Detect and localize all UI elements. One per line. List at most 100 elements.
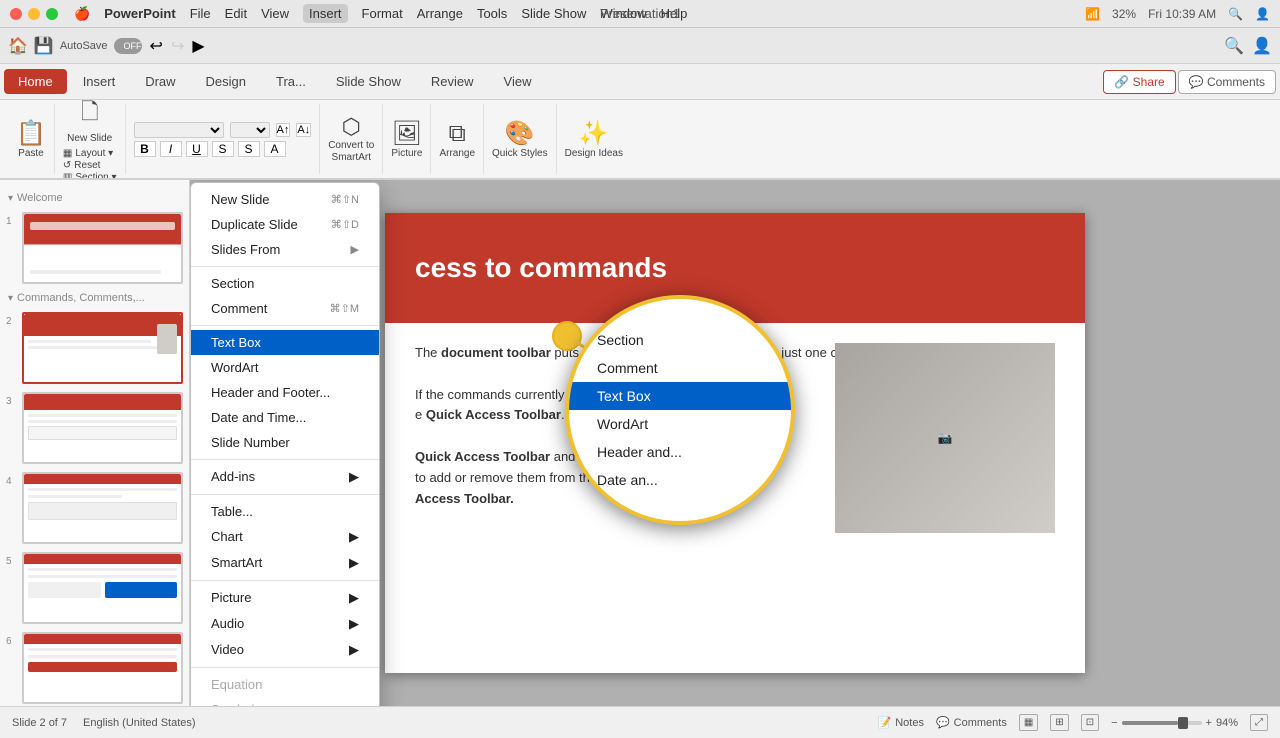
file-menu[interactable]: File: [190, 6, 211, 21]
autosave-toggle[interactable]: OFF: [114, 38, 142, 54]
menu-item-comment[interactable]: Comment⌘⇧M: [191, 296, 379, 321]
search-toolbar-icon[interactable]: 🔍: [1224, 36, 1244, 56]
menu-item-smartart[interactable]: SmartArt▶: [191, 550, 379, 576]
tab-slideshow[interactable]: Slide Show: [322, 69, 415, 94]
design-ideas-button[interactable]: ✨ Design Ideas: [565, 119, 623, 159]
menu-item-slide-number[interactable]: Slide Number: [191, 430, 379, 455]
tab-draw[interactable]: Draw: [131, 69, 189, 94]
comments-status-icon: 💬: [936, 716, 950, 729]
slideshow-menu[interactable]: Slide Show: [521, 6, 586, 21]
notes-button[interactable]: 📝 Notes: [878, 716, 924, 729]
zoom-level-label: 94%: [1216, 717, 1238, 729]
view-menu[interactable]: View: [261, 6, 289, 21]
slide-item-2[interactable]: 2: [0, 308, 189, 388]
quick-styles-button[interactable]: 🎨 Quick Styles: [492, 119, 548, 159]
arrange-menu[interactable]: Arrange: [417, 6, 463, 21]
slide-item-3[interactable]: 3: [0, 388, 189, 468]
tab-view[interactable]: View: [490, 69, 546, 94]
view-fit-button[interactable]: ⊡: [1081, 714, 1099, 731]
present-icon[interactable]: ▶: [192, 36, 204, 56]
menu-item-header-footer[interactable]: Header and Footer...: [191, 380, 379, 405]
menu-bar: 🍎 PowerPoint File Edit View Insert Forma…: [74, 4, 687, 23]
apple-menu[interactable]: 🍎: [74, 6, 90, 22]
section-welcome: ▾ Welcome: [0, 188, 189, 208]
menu-item-new-slide[interactable]: New Slide⌘⇧N: [191, 187, 379, 212]
undo-icon[interactable]: ↩: [150, 36, 163, 56]
menu-item-add-ins[interactable]: Add-ins▶: [191, 464, 379, 490]
zoom-item-date: Date an...: [569, 466, 791, 494]
user-icon[interactable]: 👤: [1255, 7, 1270, 21]
reset-button[interactable]: ↺Reset: [63, 160, 117, 171]
notes-icon: 📝: [878, 716, 892, 729]
picture-button[interactable]: 🖼 Picture: [391, 119, 422, 159]
tab-review[interactable]: Review: [417, 69, 488, 94]
format-menu[interactable]: Format: [362, 6, 403, 21]
strikethrough-button[interactable]: S: [212, 141, 234, 157]
view-grid-button[interactable]: ⊞: [1050, 714, 1068, 731]
share-button[interactable]: 🔗 Share: [1103, 70, 1175, 94]
font-color-button[interactable]: A: [264, 141, 286, 157]
font-size-decrease[interactable]: A↓: [296, 123, 311, 137]
fit-slide-button[interactable]: ⤢: [1250, 714, 1268, 731]
comments-status-button[interactable]: 💬 Comments: [936, 716, 1007, 729]
slide-item-6[interactable]: 6: [0, 628, 189, 706]
slides-panel: ▾ Welcome 1 ▾ Commands, Comments,... 2: [0, 180, 190, 706]
bold-button[interactable]: B: [134, 141, 156, 157]
comments-button[interactable]: 💬 Comments: [1178, 70, 1276, 94]
shadow-button[interactable]: S: [238, 141, 260, 157]
view-normal-button[interactable]: ▦: [1019, 714, 1038, 731]
menu-item-picture[interactable]: Picture▶: [191, 585, 379, 611]
menu-item-table[interactable]: Table...: [191, 499, 379, 524]
menu-item-wordart[interactable]: WordArt: [191, 355, 379, 380]
menu-item-text-box[interactable]: Text Box: [191, 330, 379, 355]
menu-item-duplicate-slide[interactable]: Duplicate Slide⌘⇧D: [191, 212, 379, 237]
zoom-slider[interactable]: [1122, 721, 1202, 725]
new-slide-button[interactable]: 🗋 New Slide: [67, 100, 112, 144]
slide-item-4[interactable]: 4: [0, 468, 189, 548]
save-icon[interactable]: 💾: [34, 36, 54, 56]
fullscreen-button[interactable]: [46, 8, 58, 20]
zoom-out-button[interactable]: −: [1111, 717, 1117, 729]
minimize-button[interactable]: [28, 8, 40, 20]
insert-menu[interactable]: Insert: [303, 4, 348, 23]
home-icon[interactable]: 🏠: [8, 36, 28, 56]
font-size-select[interactable]: [230, 122, 270, 138]
menu-item-chart[interactable]: Chart▶: [191, 524, 379, 550]
autosave-area: 🏠 💾 AutoSave OFF: [8, 36, 142, 56]
tools-menu[interactable]: Tools: [477, 6, 507, 21]
edit-menu[interactable]: Edit: [225, 6, 247, 21]
convert-smartart-button[interactable]: ⬡ Convert toSmartArt: [328, 114, 374, 164]
presentation-title: Presentation1: [600, 6, 680, 21]
menu-item-symbol: Symbol...: [191, 697, 379, 706]
tab-bar: Home Insert Draw Design Tra... Slide Sho…: [0, 64, 1280, 100]
menu-item-section[interactable]: Section: [191, 271, 379, 296]
search-icon[interactable]: 🔍: [1228, 7, 1243, 21]
font-size-increase[interactable]: A↑: [276, 123, 291, 137]
quick-access-toolbar: 🏠 💾 AutoSave OFF ↩ ↪ ▶ 🔍 👤: [0, 28, 1280, 64]
insert-dropdown-menu[interactable]: New Slide⌘⇧N Duplicate Slide⌘⇧D Slides F…: [190, 182, 380, 706]
powerpoint-menu[interactable]: PowerPoint: [104, 6, 176, 21]
arrange-button[interactable]: ⧉ Arrange: [439, 120, 475, 159]
close-button[interactable]: [10, 8, 22, 20]
tab-design[interactable]: Design: [192, 69, 260, 94]
paste-button[interactable]: 📋 Paste: [16, 119, 46, 159]
menu-item-audio[interactable]: Audio▶: [191, 611, 379, 637]
underline-button[interactable]: U: [186, 141, 208, 157]
tab-insert[interactable]: Insert: [69, 69, 130, 94]
status-bar-right: 📝 Notes 💬 Comments ▦ ⊞ ⊡ − + 94% ⤢: [878, 714, 1268, 731]
slide-item-1[interactable]: 1: [0, 208, 189, 288]
layout-button[interactable]: ▦Layout ▾: [63, 148, 117, 159]
menu-item-video[interactable]: Video▶: [191, 637, 379, 663]
section-button[interactable]: ▥Section ▾: [63, 172, 117, 180]
user-account-icon[interactable]: 👤: [1252, 36, 1272, 56]
menu-item-date-time[interactable]: Date and Time...: [191, 405, 379, 430]
traffic-lights[interactable]: [10, 8, 58, 20]
zoom-in-button[interactable]: +: [1206, 717, 1212, 729]
tab-home[interactable]: Home: [4, 69, 67, 94]
redo-icon[interactable]: ↪: [171, 36, 184, 56]
italic-button[interactable]: I: [160, 141, 182, 157]
menu-item-slides-from[interactable]: Slides From▶: [191, 237, 379, 262]
tab-transitions[interactable]: Tra...: [262, 69, 320, 94]
font-family-select[interactable]: [134, 122, 224, 138]
slide-item-5[interactable]: 5: [0, 548, 189, 628]
